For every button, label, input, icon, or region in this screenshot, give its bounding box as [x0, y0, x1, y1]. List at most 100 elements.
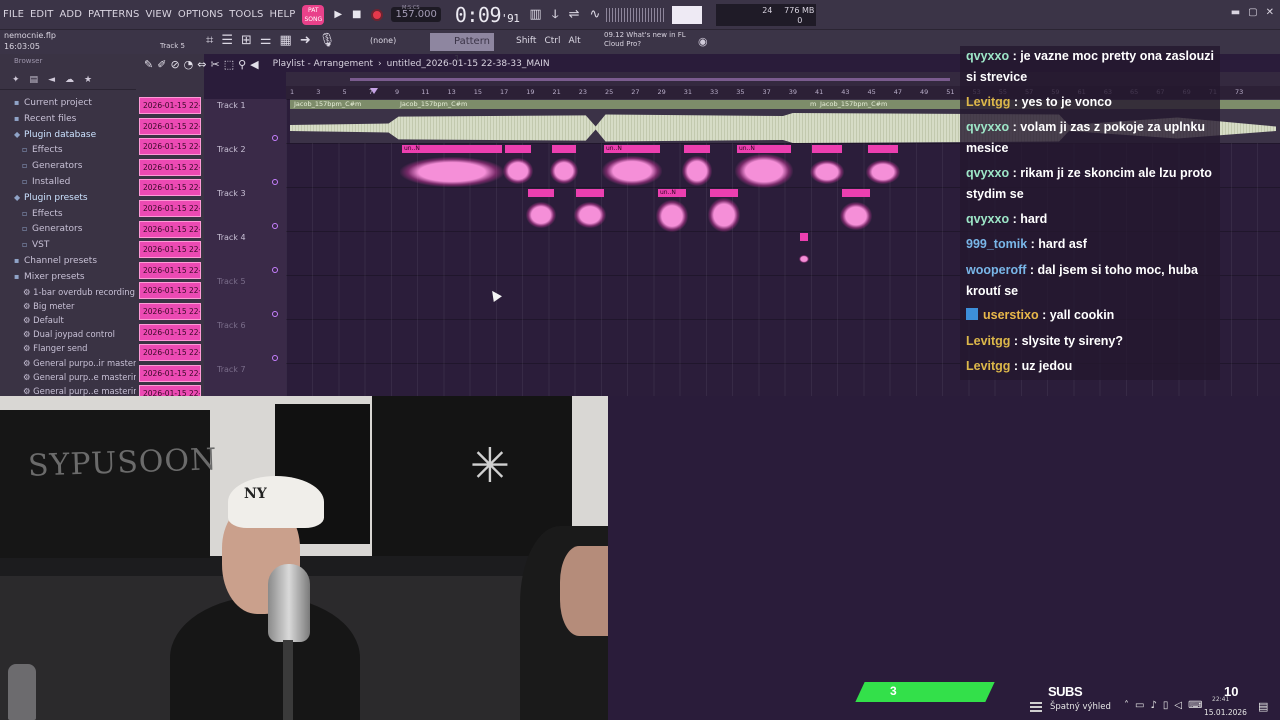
fog-icon[interactable]	[1030, 702, 1042, 712]
clock-date[interactable]: 15.01.2026	[1204, 708, 1247, 717]
maximize-icon[interactable]: ▢	[1248, 7, 1257, 18]
browser-item[interactable]: ▪ Channel presets	[0, 253, 136, 269]
clip-source-item[interactable]: 2026-01-15 22-	[139, 241, 201, 259]
brush-icon[interactable]: ✐	[157, 58, 166, 71]
audio-clip[interactable]	[868, 145, 898, 153]
next-icon[interactable]: ➜	[300, 33, 311, 48]
track-5-mute-icon[interactable]	[272, 311, 278, 317]
audio-clip[interactable]: un..N	[604, 145, 660, 153]
browser-item[interactable]: ▫ Installed	[0, 174, 136, 190]
stop-icon[interactable]: ■	[352, 9, 361, 20]
menu-tools[interactable]: TOOLS	[226, 9, 266, 20]
browser-cloud-icon[interactable]: ☁	[65, 75, 74, 85]
audio-clip[interactable]	[812, 145, 842, 153]
channel-rack-icon[interactable]: ⊞	[241, 33, 252, 48]
pattern-icon[interactable]: ↆ	[552, 7, 559, 22]
menu-file[interactable]: FILE	[0, 9, 27, 20]
mixer-view-icon[interactable]: ⚌	[260, 33, 272, 48]
browser-star-icon[interactable]: ★	[84, 75, 92, 85]
wave-icon[interactable]: ∿	[589, 7, 600, 22]
snap-icon[interactable]: ⌗	[206, 33, 213, 48]
browser-files-icon[interactable]: ▤	[30, 75, 39, 85]
track-header-6[interactable]: Track 6	[217, 321, 246, 330]
menu-view[interactable]: VIEW	[142, 9, 174, 20]
speaker-tray-icon[interactable]: ◁	[1174, 700, 1182, 711]
clip-source-item[interactable]: 2026-01-15 22-	[139, 282, 201, 300]
audio-clip[interactable]	[684, 145, 710, 153]
news-panel[interactable]: 09.12 What's new in FL Cloud Pro?	[604, 31, 686, 49]
audio-clip[interactable]	[528, 189, 554, 197]
track-header-4[interactable]: Track 4	[217, 233, 246, 242]
track-header-3[interactable]: Track 3	[217, 189, 246, 198]
mixer-preset[interactable]: ⚙ Flanger send	[0, 341, 136, 355]
slice-icon[interactable]: ✂	[210, 58, 219, 71]
network-icon[interactable]: ▯	[1163, 700, 1169, 711]
audio-clip[interactable]	[842, 189, 870, 197]
piano-icon[interactable]: ▥	[529, 7, 541, 22]
track-header-7[interactable]: Track 7	[217, 365, 246, 374]
audio-clip[interactable]	[710, 189, 738, 197]
clip-source-item[interactable]: 2026-01-15 22-	[139, 97, 201, 114]
clip-source-item[interactable]: 2026-01-15 22-	[139, 117, 201, 135]
playlist-icon[interactable]: ☰	[221, 33, 233, 48]
clip-source-item[interactable]: 2026-01-15 22-	[139, 302, 201, 320]
ctrl-key[interactable]: Ctrl	[544, 36, 560, 46]
track-4-mute-icon[interactable]	[272, 267, 278, 273]
close-icon[interactable]: ✕	[1266, 7, 1274, 18]
pat-song-toggle[interactable]: PAT SONG	[302, 4, 325, 25]
track-header-5[interactable]: Track 5	[217, 277, 246, 286]
mixer-preset[interactable]: ⚙ Big meter	[0, 299, 136, 313]
shift-key[interactable]: Shift	[516, 36, 536, 46]
audio-clip[interactable]	[800, 233, 808, 241]
mixer-preset[interactable]: ⚙ General purp..e mastering 2	[0, 370, 136, 384]
browser-item[interactable]: ▫ Generators	[0, 158, 136, 174]
globe-icon[interactable]: ◉	[698, 35, 708, 48]
menu-options[interactable]: OPTIONS	[175, 9, 226, 20]
browser-item[interactable]: ◆ Plugin database	[0, 127, 136, 143]
pencil-icon[interactable]: ✎	[144, 58, 153, 71]
mic-icon[interactable]: 🎙	[319, 33, 336, 48]
clip-source-item[interactable]: 2026-01-15 22-	[139, 220, 201, 238]
track-1-mute-icon[interactable]	[272, 135, 278, 141]
browser-item[interactable]: ▪ Mixer presets	[0, 269, 136, 285]
audio-clip[interactable]: un..N	[402, 145, 502, 153]
mixer-preset[interactable]: ⚙ General purpo..ir mastering	[0, 356, 136, 370]
play-icon[interactable]: ▶	[334, 9, 342, 20]
alt-key[interactable]: Alt	[568, 36, 580, 46]
browser-all-icon[interactable]: ✦	[12, 75, 20, 85]
track-2-mute-icon[interactable]	[272, 179, 278, 185]
language-icon[interactable]: ⌨	[1188, 700, 1202, 711]
notification-icon[interactable]: ▤	[1258, 700, 1268, 713]
browser-item[interactable]: ▫ VST	[0, 237, 136, 253]
select-icon[interactable]: ⬚	[224, 58, 234, 71]
menu-edit[interactable]: EDIT	[27, 9, 56, 20]
clip-source-item[interactable]: 2026-01-15 22-	[139, 364, 201, 382]
slip-icon[interactable]: ⇔	[197, 58, 206, 71]
mixer-preset[interactable]: ⚙ 1-bar overdub recording	[0, 285, 136, 299]
menu-add[interactable]: ADD	[56, 9, 85, 20]
track-6-mute-icon[interactable]	[272, 355, 278, 361]
pattern-selector[interactable]: Pattern 1	[430, 33, 494, 65]
clip-source-item[interactable]: 2026-01-15 22-	[139, 138, 201, 156]
mixer-preset[interactable]: ⚙ Dual joypad control	[0, 327, 136, 341]
mixer-icon[interactable]: ⇌	[569, 7, 580, 22]
mute-icon[interactable]: ◔	[184, 58, 194, 71]
browser-item[interactable]: ▫ Generators	[0, 221, 136, 237]
minimize-icon[interactable]: ▬	[1231, 7, 1240, 18]
menu-help[interactable]: HELP	[266, 9, 298, 20]
browser-item[interactable]: ▫ Effects	[0, 142, 136, 158]
mixer-preset[interactable]: ⚙ Default	[0, 313, 136, 327]
clip-source-item[interactable]: 2026-01-15 22-	[139, 344, 201, 362]
track-3-mute-icon[interactable]	[272, 223, 278, 229]
browser-plugins-icon[interactable]: ◄	[48, 75, 55, 85]
audio-clip[interactable]	[505, 145, 531, 153]
track-header-1[interactable]: Track 1	[217, 101, 246, 110]
snap-select[interactable]: (none)	[370, 36, 396, 45]
zoom-icon[interactable]: ⚲	[238, 58, 246, 71]
track-header-2[interactable]: Track 2	[217, 145, 246, 154]
delete-icon[interactable]: ⊘	[170, 58, 179, 71]
weather-widget[interactable]: Špatný výhled	[1050, 702, 1111, 712]
browser-item[interactable]: ▪ Recent files	[0, 111, 136, 127]
clip-source-item[interactable]: 2026-01-15 22-	[139, 199, 201, 217]
clip-source-item[interactable]: 2026-01-15 22-	[139, 261, 201, 279]
